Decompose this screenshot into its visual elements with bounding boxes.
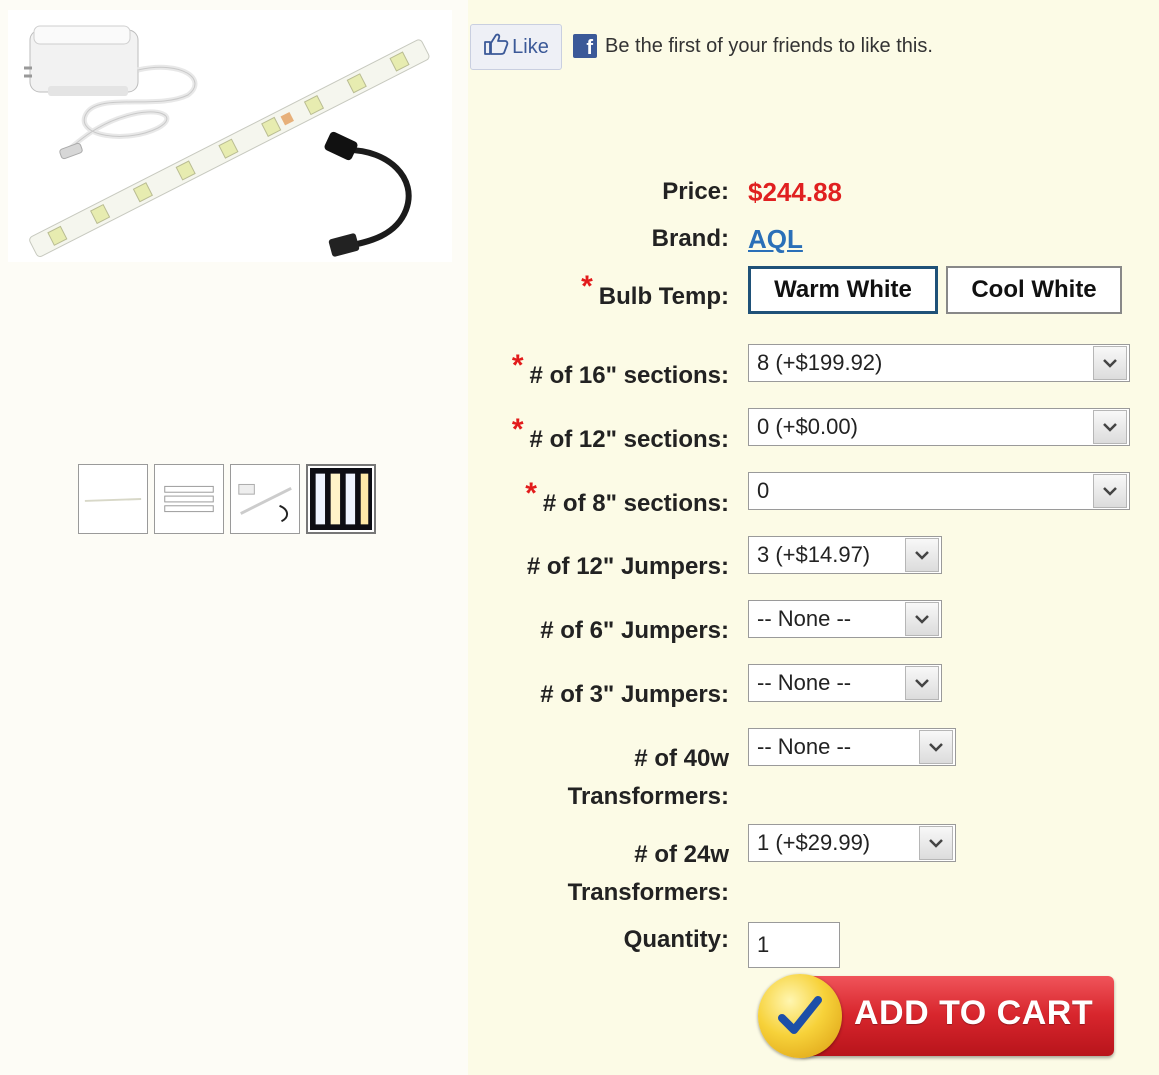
transformers-24w-label-line2: Transformers: (567, 879, 729, 906)
jumpers-3-select[interactable]: -- None -- (748, 664, 942, 702)
cool-white-option[interactable]: Cool White (946, 266, 1122, 314)
sections-8-select[interactable]: 0 (748, 472, 1130, 510)
select-value: 0 (757, 478, 770, 503)
transformers-40w-label-line1: # of 40w (634, 745, 729, 772)
jumpers-6-label: # of 6" Jumpers: (540, 617, 729, 644)
price-label: Price: (662, 178, 729, 205)
thumbnail-2[interactable] (154, 464, 224, 534)
dropdown-arrow-icon (905, 666, 939, 700)
sections-12-select[interactable]: 0 (+$0.00) (748, 408, 1130, 446)
brand-label: Brand: (651, 225, 729, 252)
checkmark-icon (778, 996, 822, 1034)
dropdown-arrow-icon (905, 538, 939, 572)
required-marker: * (511, 413, 524, 446)
thumbs-up-icon (483, 32, 509, 62)
dropdown-arrow-icon (919, 826, 953, 860)
quantity-input[interactable] (748, 922, 840, 968)
led-kit-photo (24, 25, 430, 258)
add-to-cart-label: ADD TO CART (854, 994, 1094, 1032)
select-value: 1 (+$29.99) (757, 830, 871, 855)
select-value: -- None -- (757, 734, 852, 759)
jumpers-3-label: # of 3" Jumpers: (540, 681, 729, 708)
sections-12-label: * # of 12" sections: (511, 413, 729, 453)
thumbnail-strip (78, 464, 376, 534)
thumbnail-3[interactable] (230, 464, 300, 534)
brand-link[interactable]: AQL (748, 220, 803, 258)
transformers-40w-label-line2: Transformers: (567, 783, 729, 810)
transformers-24w-select[interactable]: 1 (+$29.99) (748, 824, 956, 862)
thumbnail-1[interactable] (78, 464, 148, 534)
like-label: Like (512, 35, 549, 58)
add-to-cart-button[interactable]: ADD TO CART (758, 974, 1116, 1058)
facebook-social-text: f Be the first of your friends to like t… (573, 34, 933, 58)
dropdown-arrow-icon (1093, 346, 1127, 380)
jumpers-6-select[interactable]: -- None -- (748, 600, 942, 638)
checkmark-badge (758, 974, 842, 1058)
required-marker: * (511, 349, 524, 382)
select-value: -- None -- (757, 606, 852, 631)
select-value: 3 (+$14.97) (757, 542, 871, 567)
sections-16-select[interactable]: 8 (+$199.92) (748, 344, 1130, 382)
facebook-like-button[interactable]: Like (470, 24, 562, 70)
required-marker: * (581, 270, 593, 303)
select-value: 8 (+$199.92) (757, 350, 883, 375)
warm-white-option[interactable]: Warm White (748, 266, 938, 314)
price-value: $244.88 (748, 177, 842, 207)
dropdown-arrow-icon (905, 602, 939, 636)
sections-16-label: * # of 16" sections: (511, 349, 729, 389)
jumpers-12-select[interactable]: 3 (+$14.97) (748, 536, 942, 574)
facebook-icon: f (573, 34, 597, 58)
dropdown-arrow-icon (1093, 410, 1127, 444)
dropdown-arrow-icon (919, 730, 953, 764)
bulb-temp-label: * Bulb Temp: (581, 270, 729, 310)
dropdown-arrow-icon (1093, 474, 1127, 508)
select-value: -- None -- (757, 670, 852, 695)
transformers-24w-label-line1: # of 24w (634, 841, 729, 868)
required-marker: * (525, 477, 537, 510)
jumpers-12-label: # of 12" Jumpers: (526, 553, 729, 580)
select-value: 0 (+$0.00) (757, 414, 858, 439)
sections-8-label: * # of 8" sections: (525, 477, 729, 517)
transformers-40w-select[interactable]: -- None -- (748, 728, 956, 766)
thumbnail-4[interactable] (306, 464, 376, 534)
friends-like-text: Be the first of your friends to like thi… (605, 34, 933, 57)
main-product-image[interactable] (8, 10, 452, 262)
quantity-label: Quantity: (623, 926, 729, 953)
